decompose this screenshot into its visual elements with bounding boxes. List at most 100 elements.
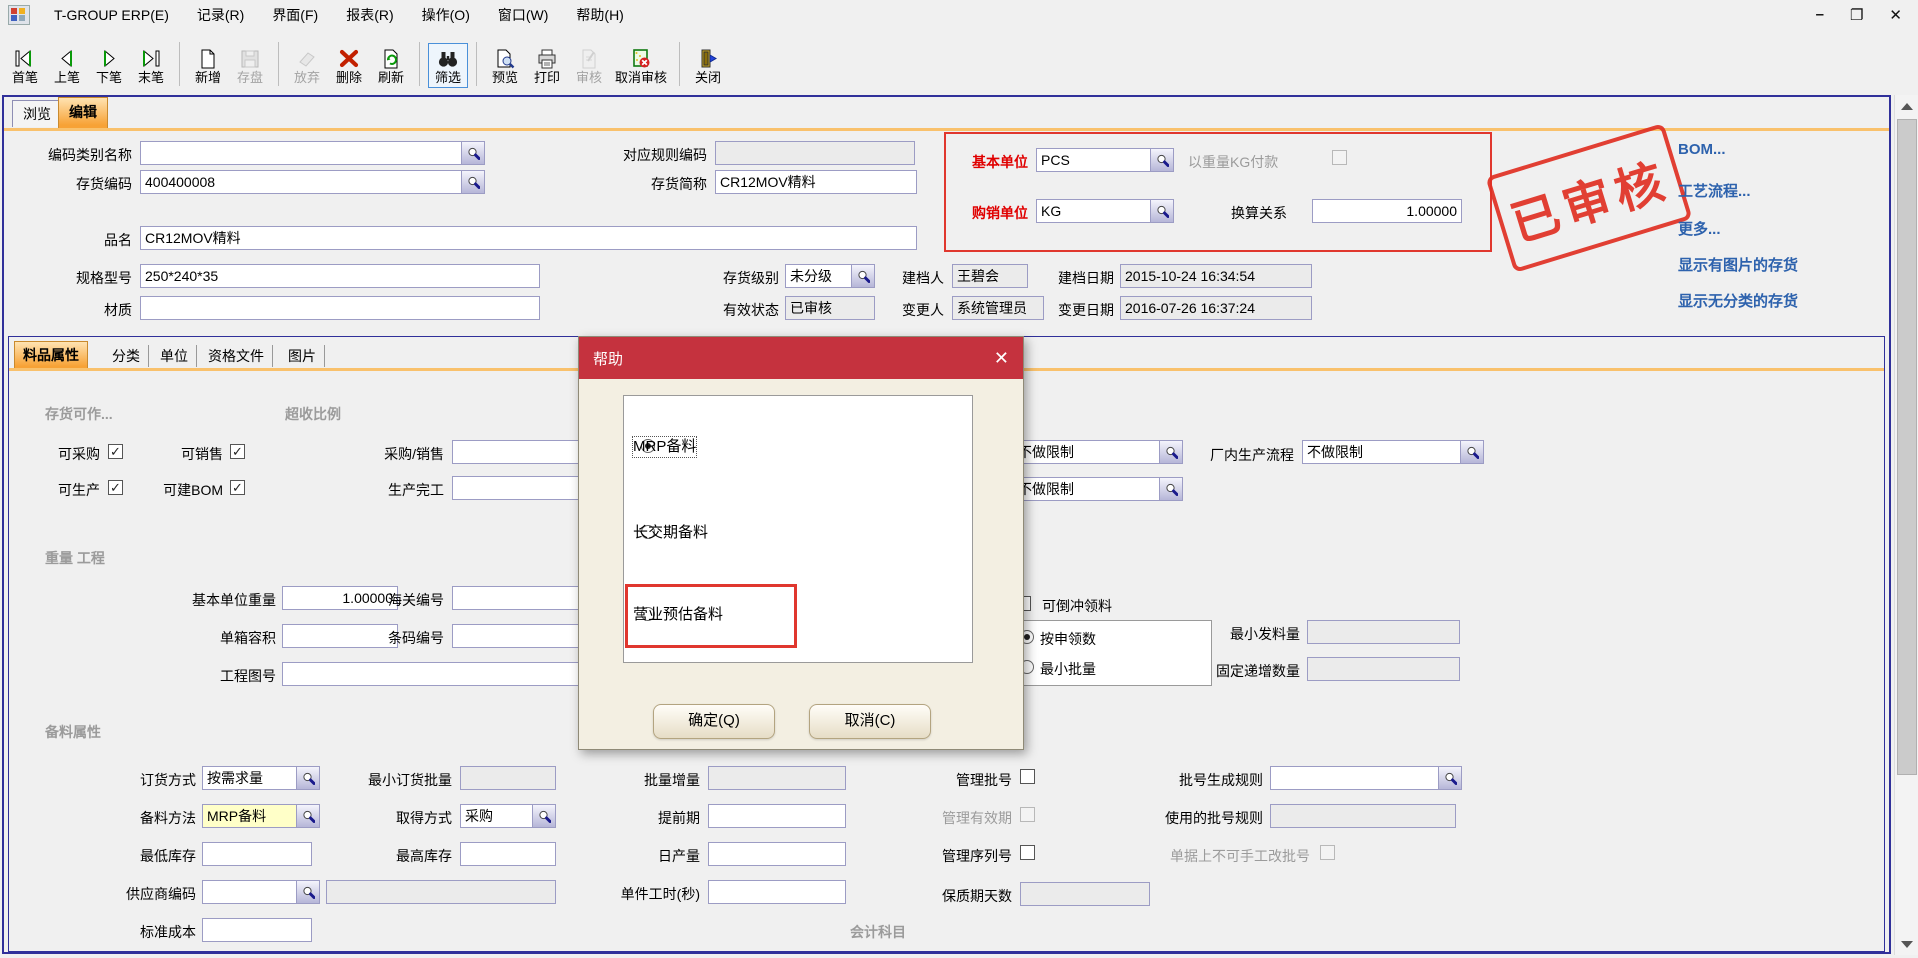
dialog-option-long-lead[interactable]: 长交期备料: [633, 523, 708, 543]
producible-checkbox[interactable]: [108, 480, 123, 495]
spec-field[interactable]: 250*240*35: [140, 264, 540, 288]
close-window-button[interactable]: ✕: [1889, 6, 1902, 24]
link-show-unclassified[interactable]: 显示无分类的存货: [1678, 290, 1798, 311]
dialog-option-mrp[interactable]: MRP备料: [633, 437, 696, 457]
restore-button[interactable]: ❐: [1850, 6, 1863, 24]
lookup-icon[interactable]: [296, 881, 319, 903]
lot-rule-field[interactable]: [1270, 766, 1462, 790]
lookup-icon[interactable]: [1150, 200, 1173, 222]
max-stock-field[interactable]: [460, 842, 556, 866]
manage-serial-checkbox[interactable]: [1020, 845, 1035, 860]
link-show-with-images[interactable]: 显示有图片的存货: [1678, 254, 1798, 275]
restriction-field-2[interactable]: 不做限制: [1013, 477, 1183, 501]
lookup-icon[interactable]: [532, 805, 555, 827]
item-abbr-field[interactable]: CR12MOV精料: [715, 170, 917, 194]
vertical-scrollbar[interactable]: [1894, 95, 1918, 955]
lookup-icon[interactable]: [296, 805, 319, 827]
preview-button[interactable]: 预览: [485, 43, 525, 88]
min-stock-field[interactable]: [202, 842, 312, 866]
purchasable-label: 可采购: [40, 445, 100, 463]
scroll-down-icon[interactable]: [1895, 933, 1918, 955]
cancel-audit-button[interactable]: 取消审核: [611, 43, 671, 88]
lookup-icon[interactable]: [1150, 149, 1173, 171]
lookup-icon[interactable]: [1438, 767, 1461, 789]
link-more[interactable]: 更多...: [1678, 218, 1721, 239]
manage-lot-checkbox[interactable]: [1020, 769, 1035, 784]
lookup-icon[interactable]: [1159, 441, 1182, 463]
lead-time-field[interactable]: [708, 804, 846, 828]
create-date-field: 2015-10-24 16:34:54: [1120, 264, 1312, 288]
new-button[interactable]: 新增: [188, 43, 228, 88]
lookup-icon[interactable]: [1159, 478, 1182, 500]
dialog-titlebar[interactable]: 帮助 ✕: [579, 337, 1023, 379]
filter-button[interactable]: 筛选: [428, 43, 468, 88]
acquire-field[interactable]: 采购: [460, 804, 556, 828]
prep-method-field[interactable]: MRP备料: [202, 804, 320, 828]
dialog-close-icon[interactable]: ✕: [994, 348, 1009, 369]
coding-type-field[interactable]: [140, 141, 485, 165]
status-field: 已审核: [785, 296, 875, 320]
supplier-field[interactable]: [202, 880, 320, 904]
lookup-icon[interactable]: [1460, 441, 1483, 463]
conversion-field[interactable]: 1.00000: [1312, 199, 1462, 223]
tab-edit[interactable]: 编辑: [58, 97, 108, 128]
first-record-button[interactable]: 首笔: [5, 43, 45, 88]
level-field[interactable]: 未分级: [785, 264, 875, 288]
print-button[interactable]: 打印: [527, 43, 567, 88]
menu-help[interactable]: 帮助(H): [562, 5, 637, 25]
product-name-field[interactable]: CR12MOV精料: [140, 226, 917, 250]
subtab-item-attributes[interactable]: 料品属性: [14, 341, 88, 369]
lookup-icon[interactable]: [461, 171, 484, 193]
scrollbar-thumb[interactable]: [1897, 119, 1917, 775]
daily-output-field[interactable]: [708, 842, 846, 866]
eraser-icon: [295, 46, 319, 70]
unit-hours-field[interactable]: [708, 880, 846, 904]
refresh-button[interactable]: 刷新: [371, 43, 411, 88]
purchasable-checkbox[interactable]: [108, 444, 123, 459]
rule-code-label: 对应规则编码: [585, 146, 707, 164]
sellable-checkbox[interactable]: [230, 444, 245, 459]
subtab-units[interactable]: 单位: [152, 345, 197, 367]
prep-method-label: 备料方法: [86, 809, 196, 827]
subtab-images[interactable]: 图片: [280, 345, 325, 367]
creator-field: 王碧会: [952, 264, 1028, 288]
lookup-icon[interactable]: [296, 767, 319, 789]
menu-operation[interactable]: 操作(O): [408, 5, 484, 25]
factory-flow-field[interactable]: 不做限制: [1302, 440, 1484, 464]
min-issue-label: 最小发料量: [1220, 625, 1300, 643]
next-record-button[interactable]: 下笔: [89, 43, 129, 88]
subtab-classification[interactable]: 分类: [104, 345, 149, 367]
trade-unit-field[interactable]: KG: [1036, 199, 1174, 223]
menu-window[interactable]: 窗口(W): [484, 5, 563, 25]
menu-app[interactable]: T-GROUP ERP(E): [40, 7, 183, 23]
restriction-field-1[interactable]: 不做限制: [1013, 440, 1183, 464]
order-mode-field[interactable]: 按需求量: [202, 766, 320, 790]
menu-report[interactable]: 报表(R): [332, 5, 407, 25]
last-record-button[interactable]: 末笔: [131, 43, 171, 88]
link-process-flow[interactable]: 工艺流程...: [1678, 180, 1751, 201]
material-field[interactable]: [140, 296, 540, 320]
prev-record-button[interactable]: 上笔: [47, 43, 87, 88]
base-unit-field[interactable]: PCS: [1036, 148, 1174, 172]
producible-label: 可生产: [40, 481, 100, 499]
tab-browse[interactable]: 浏览: [12, 100, 62, 127]
item-code-field[interactable]: 400400008: [140, 170, 485, 194]
menu-record[interactable]: 记录(R): [183, 5, 258, 25]
delete-button[interactable]: 删除: [329, 43, 369, 88]
std-cost-field[interactable]: [202, 918, 312, 942]
max-stock-label: 最高库存: [368, 847, 452, 865]
menu-interface[interactable]: 界面(F): [258, 5, 332, 25]
dialog-ok-button[interactable]: 确定(Q): [653, 704, 775, 739]
minimize-button[interactable]: –: [1816, 6, 1824, 24]
lookup-icon[interactable]: [851, 265, 874, 287]
subtab-qualification[interactable]: 资格文件: [200, 345, 273, 367]
tab-accent-line: [4, 128, 1889, 131]
close-form-button[interactable]: 关闭: [688, 43, 728, 88]
over-receipt-header: 超收比例: [285, 404, 341, 424]
bom-checkbox[interactable]: [230, 480, 245, 495]
lookup-icon[interactable]: [461, 142, 484, 164]
link-bom[interactable]: BOM...: [1678, 141, 1726, 158]
scroll-up-icon[interactable]: [1895, 95, 1918, 117]
audit-icon: [577, 46, 601, 70]
dialog-cancel-button[interactable]: 取消(C): [809, 704, 931, 739]
